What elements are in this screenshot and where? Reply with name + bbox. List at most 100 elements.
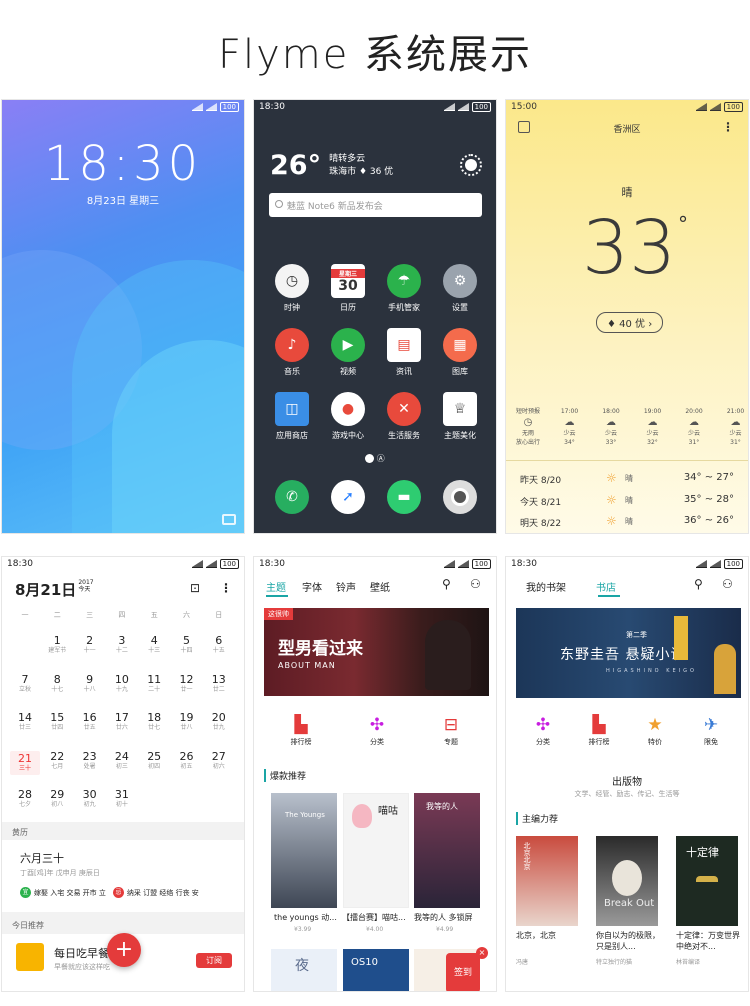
book-title[interactable]: 十定律：万变世界中绝对不...	[676, 930, 744, 952]
daily-row[interactable]: 今天 8/21 ☼ 晴 35° ~ 28°	[506, 490, 748, 512]
app-video[interactable]: ▶ 视频	[320, 328, 376, 377]
app-game-center[interactable]: ● 游戏中心	[320, 392, 376, 441]
search-icon[interactable]: ⚲	[442, 577, 451, 591]
calendar-day[interactable]: 29 初八	[42, 789, 72, 809]
calendar-day[interactable]: 11 二十	[139, 673, 169, 694]
tab-font[interactable]: 字体	[302, 579, 322, 594]
book-banner[interactable]: 第二季 东野圭吾 悬疑小说 HIGASHINO KEIGO	[516, 608, 741, 698]
calendar-day[interactable]: 13 廿二	[204, 673, 234, 694]
lunar-label: 廿一	[180, 685, 193, 693]
daily-row[interactable]: 明天 8/22 ☼ 晴 36° ~ 26°	[506, 511, 748, 533]
category-ranking[interactable]: ▙ 排行榜	[574, 715, 624, 747]
app-music[interactable]: ♪ 音乐	[264, 328, 320, 377]
tab-bookshelf[interactable]: 我的书架	[526, 579, 566, 594]
more-icon[interactable]: ⋮	[220, 581, 232, 595]
weather-widget[interactable]: 26° 晴转多云 珠海市 ♦ 36 优	[270, 150, 393, 181]
promo-banner[interactable]: 这很帅 型男看过来 ABOUT MAN	[264, 608, 489, 696]
goto-today-icon[interactable]: ⊡	[190, 581, 200, 595]
calendar-day[interactable]: 30 初九	[75, 789, 105, 809]
user-icon[interactable]: ⚇	[722, 577, 733, 591]
theme-card[interactable]: 夜	[271, 949, 337, 991]
theme-card[interactable]: 签到 ×	[414, 947, 488, 991]
more-icon[interactable]: ⋮	[722, 120, 734, 134]
book-title[interactable]: 你自以为的极限，只是别人...	[596, 930, 664, 952]
calendar-day[interactable]: 20 廿九	[204, 712, 234, 732]
app-clock[interactable]: ◷ 时钟	[264, 264, 320, 313]
lunar-label: 廿三	[18, 724, 31, 731]
calendar-day[interactable]: 23 处暑	[75, 750, 105, 771]
user-icon[interactable]: ⚇	[470, 577, 481, 591]
calendar-day[interactable]: 12 廿一	[172, 673, 202, 694]
add-event-button[interactable]: +	[107, 933, 141, 967]
rec-title[interactable]: 每日吃早餐	[54, 945, 109, 961]
app-phone-manager[interactable]: ☂ 手机管家	[376, 264, 432, 313]
lunar-label: 七月	[51, 762, 64, 770]
calendar-day[interactable]: 6 十五	[204, 635, 234, 655]
daily-row[interactable]: 昨天 8/20 ☼ 晴 34° ~ 27°	[506, 468, 748, 490]
message-icon[interactable]: ▬	[387, 480, 421, 514]
calendar-day[interactable]: 8 十七	[42, 673, 72, 694]
calendar-day[interactable]: 24 初三	[107, 750, 137, 771]
calendar-day[interactable]: 4 十三	[139, 635, 169, 655]
category-ranking[interactable]: ▙ 排行榜	[276, 715, 326, 747]
app-settings[interactable]: ⚙ 设置	[432, 264, 488, 313]
tab-ringtone[interactable]: 铃声	[336, 579, 356, 594]
day-number: 9	[86, 672, 94, 686]
book-cover[interactable]: 北京北京	[516, 836, 578, 926]
app-news[interactable]: ▤ 资讯	[376, 328, 432, 377]
app-theme[interactable]: ♕ 主题美化	[432, 392, 488, 441]
calendar-day[interactable]: 22 七月	[42, 750, 72, 771]
calendar-day[interactable]: 15 廿四	[42, 712, 72, 732]
category-sale[interactable]: ★ 特价	[630, 715, 680, 747]
calendar-day[interactable]: 10 十九	[107, 673, 137, 694]
calendar-day[interactable]: 19 廿八	[172, 712, 202, 732]
phone-icon[interactable]: ✆	[275, 480, 309, 514]
search-icon[interactable]: ⚲	[694, 577, 703, 591]
app-gallery[interactable]: ▦ 图库	[432, 328, 488, 377]
calendar-day[interactable]: 16 廿五	[75, 712, 105, 732]
theme-card[interactable]: OS10	[343, 949, 409, 991]
book-cover[interactable]: Break Out	[596, 836, 658, 926]
book-cover[interactable]: 十定律	[676, 836, 738, 926]
app-calendar[interactable]: 星期三 30 日历	[320, 264, 376, 313]
hourly-temp: 31°	[730, 439, 741, 446]
calendar-day[interactable]: 3 十二	[107, 635, 137, 655]
calendar-day[interactable]: 18 廿七	[139, 712, 169, 732]
calendar-day[interactable]: 21 三十	[10, 750, 40, 775]
app-app-store[interactable]: ◫ 应用商店	[264, 392, 320, 441]
tab-bookstore[interactable]: 书店	[596, 579, 616, 594]
tab-theme[interactable]: 主题	[266, 579, 286, 594]
calendar-day[interactable]: 5 十四	[172, 635, 202, 655]
search-bar[interactable]: 魅蓝 Note6 新品发布会	[269, 193, 482, 217]
category-classify[interactable]: ✣ 分类	[352, 715, 402, 747]
calendar-day[interactable]: 9 十八	[75, 672, 105, 694]
theme-card[interactable]: The Youngs	[271, 793, 337, 908]
lunar-label: 初六	[212, 762, 225, 770]
app-life-service[interactable]: ✕ 生活服务	[376, 392, 432, 441]
calendar-day[interactable]: 2 十一	[75, 635, 105, 655]
tab-wallpaper[interactable]: 壁纸	[370, 579, 390, 594]
camera-icon[interactable]	[222, 514, 236, 525]
aqi-button[interactable]: ♦ 40 优 ›	[596, 312, 664, 333]
calendar-day[interactable]: 28 七夕	[10, 789, 40, 809]
calendar-day[interactable]: 31 初十	[107, 789, 137, 809]
subscribe-button[interactable]: 订阅	[196, 953, 232, 968]
camera-app-icon[interactable]	[443, 480, 477, 514]
checkin-badge[interactable]: 签到	[446, 953, 480, 991]
hourly-time: 20:00	[685, 408, 703, 415]
calendar-day[interactable]: 25 初四	[139, 750, 169, 771]
category-free[interactable]: ✈ 限免	[686, 715, 736, 747]
calendar-day[interactable]: 7 立秋	[10, 673, 40, 694]
theme-card[interactable]: 我等的人	[414, 793, 480, 908]
calendar-day[interactable]: 1 建军节	[42, 635, 72, 655]
close-icon[interactable]: ×	[476, 947, 488, 959]
theme-card[interactable]: 喵咕	[343, 793, 409, 908]
browser-icon[interactable]: ➚	[331, 480, 365, 514]
calendar-day[interactable]: 14 廿三	[10, 712, 40, 732]
book-title[interactable]: 北京，北京	[516, 930, 584, 941]
calendar-day[interactable]: 17 廿六	[107, 712, 137, 732]
calendar-day[interactable]: 26 初五	[172, 750, 202, 771]
category-topic[interactable]: ⊟ 专题	[426, 715, 476, 747]
category-classify[interactable]: ✣ 分类	[518, 715, 568, 747]
calendar-day[interactable]: 27 初六	[204, 750, 234, 771]
